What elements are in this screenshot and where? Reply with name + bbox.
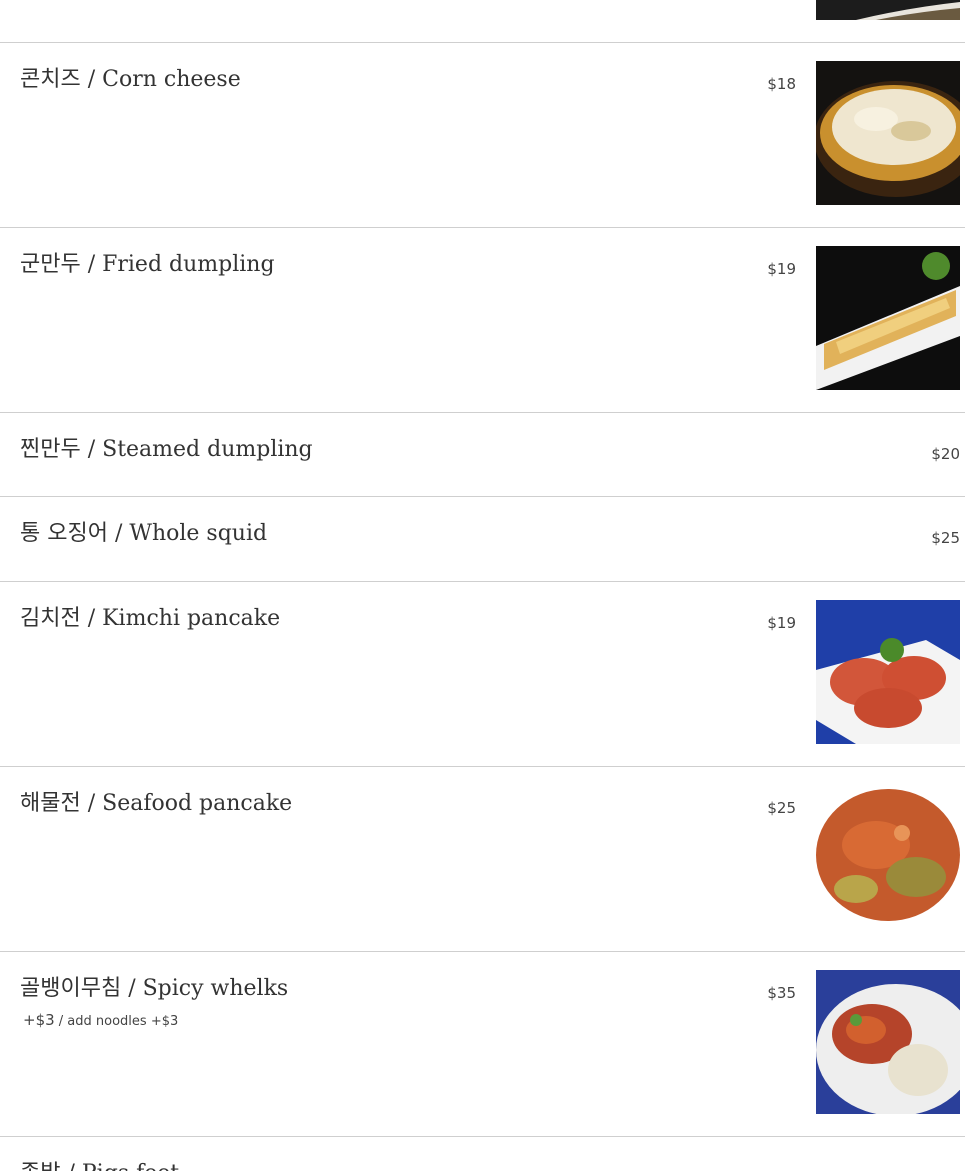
menu-item-name: 김치전 / Kimchi pancake [20,606,281,631]
menu-item[interactable]: 콘치즈 / Corn cheese $18 [0,42,965,227]
previous-item-photo[interactable] [816,0,960,20]
spicy-whelks-photo[interactable] [816,970,960,1114]
fried-dumpling-photo[interactable] [816,246,960,390]
menu-item-name: 골뱅이무침 / Spicy whelks [20,976,289,1001]
menu-item[interactable]: 김치전 / Kimchi pancake $19 [0,581,965,766]
menu-item[interactable]: 찐만두 / Steamed dumpling $20 [0,412,965,496]
menu-item[interactable]: 통 오징어 / Whole squid $25 [0,496,965,581]
noodle-extra-note: / add noodles +$3 [54,1014,179,1029]
menu-item-name: 군만두 / Fried dumpling [20,252,275,277]
menu-item-price: $35 [767,984,796,1002]
menu-item-name: 통 오징어 / Whole squid [20,521,268,546]
menu-item-price: $19 [767,260,796,278]
menu-item-price: $20 [931,445,960,463]
menu-item[interactable]: 해물전 / Seafood pancake $25 [0,766,965,951]
menu-item-price: $19 [767,614,796,632]
menu-item[interactable]: 군만두 / Fried dumpling $19 [0,227,965,412]
menu-item-price: $25 [767,799,796,817]
menu-item[interactable]: 골뱅이무침 / Spicy whelks +$3 / add noodles +… [0,951,965,1136]
menu-item-price: $18 [767,75,796,93]
menu-item[interactable]: 족발 / Pigs feet [0,1136,965,1171]
menu-item-description: +$3 / add noodles +$3 [23,1011,178,1029]
menu-list: 콘치즈 / Corn cheese $18 군만두 / Fried dumpli… [0,0,965,1171]
noodle-extra-price: +$3 [23,1011,55,1029]
menu-item-name: 찐만두 / Steamed dumpling [20,437,313,462]
kimchi-pancake-photo[interactable] [816,600,960,744]
seafood-pancake-photo[interactable] [816,785,960,929]
corn-cheese-photo[interactable] [816,61,960,205]
menu-item-name: 족발 / Pigs feet [20,1159,179,1171]
menu-item-price: $25 [931,529,960,547]
menu-item-name: 해물전 / Seafood pancake [20,791,293,816]
menu-item-name: 콘치즈 / Corn cheese [20,67,241,92]
